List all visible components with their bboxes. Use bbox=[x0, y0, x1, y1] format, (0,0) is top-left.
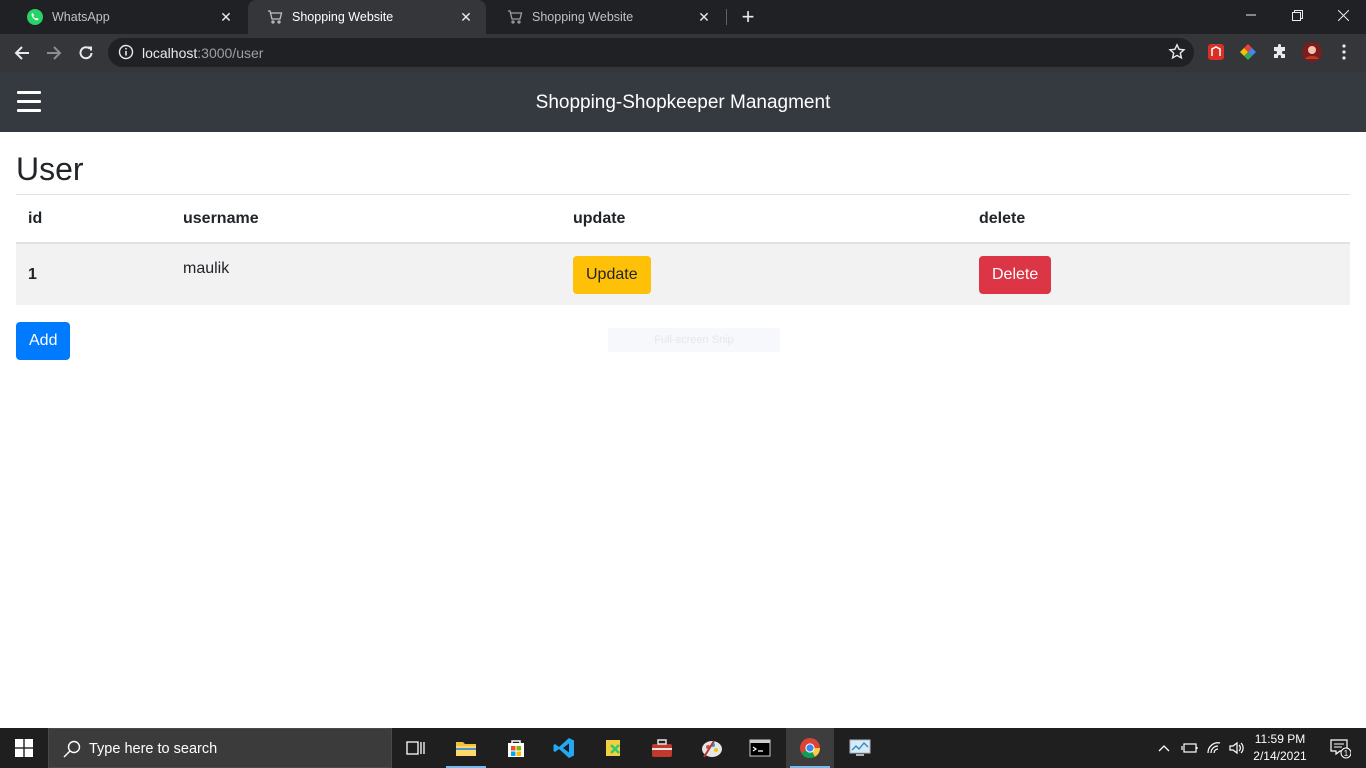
site-info-icon[interactable] bbox=[118, 44, 134, 60]
close-tab-icon[interactable]: ✕ bbox=[696, 9, 712, 25]
back-button[interactable] bbox=[8, 39, 36, 67]
whatsapp-icon bbox=[26, 8, 44, 26]
page-title: User bbox=[16, 151, 84, 187]
search-placeholder: Type here to search bbox=[89, 741, 218, 757]
cell-id: 1 bbox=[16, 243, 171, 305]
tab-title: Shopping Website bbox=[532, 10, 634, 24]
windows-start-icon[interactable] bbox=[0, 728, 48, 768]
toolbox-app-icon[interactable] bbox=[638, 728, 686, 768]
volume-icon[interactable] bbox=[1226, 728, 1246, 768]
delete-button[interactable]: Delete bbox=[979, 255, 1052, 294]
close-window-button[interactable] bbox=[1320, 0, 1366, 30]
tab-title: WhatsApp bbox=[52, 10, 110, 24]
extensions-puzzle-icon[interactable] bbox=[1270, 42, 1290, 62]
cell-update: Update bbox=[561, 243, 967, 305]
users-table: id username update delete 1 maulik Updat… bbox=[16, 195, 1350, 305]
url-text: localhost:3000/user bbox=[142, 45, 263, 61]
snip-overlay-label: Full-screen Snip bbox=[608, 328, 780, 352]
tab-shopping-website-active[interactable]: Shopping Website ✕ bbox=[248, 0, 486, 34]
minimize-button[interactable] bbox=[1228, 0, 1274, 30]
browser-tab-strip: WhatsApp ✕ Shopping Website ✕ Shopping W… bbox=[0, 0, 1366, 34]
address-bar[interactable]: localhost:3000/user bbox=[108, 38, 1194, 67]
cart-icon bbox=[506, 8, 524, 26]
search-icon bbox=[63, 740, 81, 758]
clock-time: 11:59 PM bbox=[1254, 732, 1306, 746]
tab-title: Shopping Website bbox=[292, 10, 394, 24]
extension-red-icon[interactable] bbox=[1206, 42, 1226, 62]
url-path: :3000/user bbox=[197, 45, 264, 61]
taskbar-clock[interactable]: 11:59 PM 2/14/2021 bbox=[1246, 731, 1314, 765]
monitor-app-icon[interactable] bbox=[836, 728, 884, 768]
cart-icon bbox=[266, 8, 284, 26]
chrome-icon[interactable] bbox=[786, 728, 834, 768]
color-picker-extension-icon[interactable] bbox=[1238, 42, 1258, 62]
table-row: 1 maulik Update Delete bbox=[16, 243, 1350, 305]
column-header-update: update bbox=[561, 195, 967, 244]
new-tab-button[interactable]: + bbox=[736, 4, 760, 29]
microsoft-store-icon[interactable] bbox=[492, 728, 540, 768]
update-button[interactable]: Update bbox=[573, 255, 651, 294]
table-header-row: id username update delete bbox=[16, 195, 1350, 244]
cell-username: maulik bbox=[171, 243, 561, 305]
restore-button[interactable] bbox=[1274, 0, 1320, 30]
show-hidden-icons-chevron-up-icon[interactable] bbox=[1154, 728, 1174, 768]
vscode-icon[interactable] bbox=[540, 728, 588, 768]
sticky-app-icon[interactable] bbox=[590, 728, 638, 768]
action-center-icon[interactable]: 1 bbox=[1320, 728, 1360, 768]
tab-shopping-website[interactable]: Shopping Website ✕ bbox=[488, 0, 724, 34]
column-header-id: id bbox=[16, 195, 171, 244]
clock-date: 2/14/2021 bbox=[1253, 749, 1307, 763]
url-host: localhost bbox=[142, 45, 198, 61]
task-view-icon[interactable] bbox=[392, 728, 440, 768]
close-tab-icon[interactable]: ✕ bbox=[458, 9, 474, 25]
windows-taskbar: Type here to search 11:59 PM 2/14/2021 1 bbox=[0, 728, 1366, 768]
notification-count: 1 bbox=[1344, 749, 1349, 758]
app-navbar: Shopping-Shopkeeper Managment bbox=[0, 72, 1366, 132]
cell-delete: Delete bbox=[967, 243, 1350, 305]
bookmark-star-icon[interactable] bbox=[1168, 43, 1186, 61]
taskbar-search-box[interactable]: Type here to search bbox=[48, 728, 392, 768]
paint-app-icon[interactable] bbox=[688, 728, 736, 768]
forward-button[interactable] bbox=[40, 39, 68, 67]
main-content: User id username update delete 1 maulik … bbox=[16, 132, 1350, 360]
profile-avatar-icon[interactable] bbox=[1302, 42, 1322, 62]
column-header-delete: delete bbox=[967, 195, 1350, 244]
browser-menu-icon[interactable] bbox=[1334, 42, 1354, 62]
tab-separator bbox=[726, 9, 727, 25]
browser-toolbar: localhost:3000/user bbox=[0, 34, 1366, 72]
column-header-username: username bbox=[171, 195, 561, 244]
terminal-icon[interactable] bbox=[736, 728, 784, 768]
wifi-icon[interactable] bbox=[1202, 728, 1226, 768]
add-button[interactable]: Add bbox=[16, 322, 71, 360]
close-tab-icon[interactable]: ✕ bbox=[218, 9, 234, 25]
battery-icon[interactable] bbox=[1178, 728, 1200, 768]
file-explorer-icon[interactable] bbox=[442, 728, 490, 768]
tab-whatsapp[interactable]: WhatsApp ✕ bbox=[8, 0, 246, 34]
reload-button[interactable] bbox=[72, 39, 100, 67]
app-title: Shopping-Shopkeeper Managment bbox=[535, 92, 831, 113]
